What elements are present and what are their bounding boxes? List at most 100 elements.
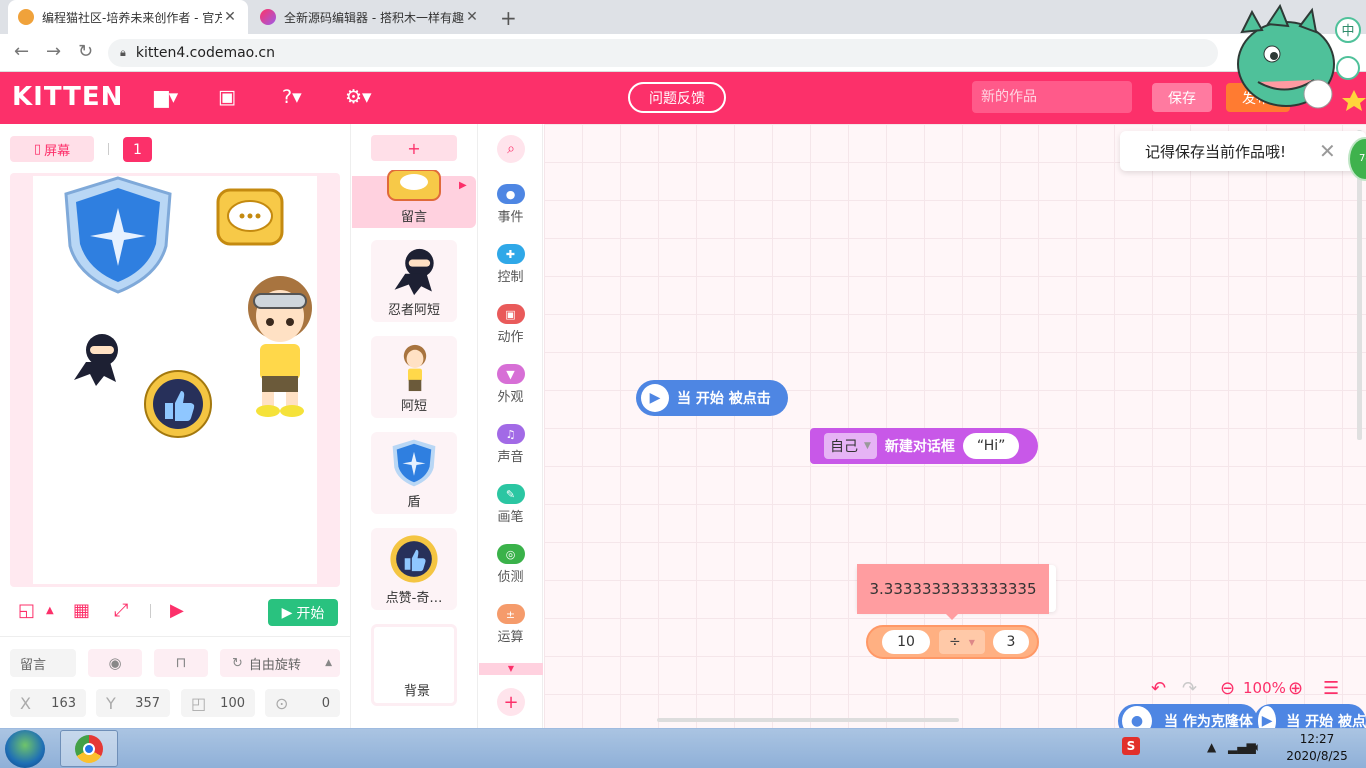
size-icon: ◰ bbox=[191, 693, 207, 713]
search-icon[interactable]: ⌕ bbox=[497, 135, 525, 163]
category-pen[interactable]: ✎ 画笔 bbox=[478, 484, 543, 525]
close-icon[interactable]: ✕ bbox=[222, 9, 238, 25]
new-tab-button[interactable]: + bbox=[500, 6, 517, 30]
lock-toggle[interactable]: ⊓ bbox=[154, 649, 208, 677]
screen-toggle-button[interactable]: ▯ 屏幕 bbox=[10, 136, 94, 162]
division-block[interactable]: 10 ÷ ▼ 3 bbox=[866, 625, 1039, 659]
add-sprite-button[interactable]: + bbox=[371, 135, 457, 161]
sogou-ime-icon[interactable]: S bbox=[1122, 737, 1140, 755]
ah-duan-thumb-icon bbox=[403, 344, 427, 392]
rotation-mode-select[interactable]: ↻ 自由旋转 ▲ bbox=[220, 649, 340, 677]
url-bar[interactable]: 🔒︎ kitten4.codemao.cn bbox=[108, 39, 1218, 67]
redo-icon[interactable]: ↷ bbox=[1182, 678, 1197, 699]
divider bbox=[108, 143, 109, 155]
horizontal-scrollbar[interactable] bbox=[657, 718, 959, 722]
tray-expand-icon[interactable]: ▲ bbox=[1207, 740, 1216, 754]
mascot-dinosaur-icon[interactable]: 中 bbox=[1228, 2, 1366, 116]
sprite-item-like[interactable]: 点赞-奇… bbox=[371, 528, 457, 610]
volume-icon[interactable]: 🔈︎ bbox=[1254, 740, 1261, 755]
reload-icon[interactable]: ↻ bbox=[78, 41, 93, 62]
new-dialog-block[interactable]: 自己 ▼ 新建对话框 “Hi” bbox=[810, 428, 1038, 464]
category-sensing[interactable]: ◎ 侦测 bbox=[478, 544, 543, 585]
sprite-item-background[interactable]: 背景 bbox=[371, 624, 457, 706]
browser-tab-codemao-community[interactable]: 编程猫社区-培养未来创作者 - 官方网站 ✕ bbox=[8, 0, 248, 34]
close-icon[interactable]: ✕ bbox=[464, 9, 480, 25]
sprite-label: 盾 bbox=[407, 495, 421, 510]
help-icon[interactable]: ?▾ bbox=[282, 86, 302, 108]
backpack-icon[interactable]: ▣ bbox=[218, 86, 236, 108]
gear-icon[interactable]: ⚙▾ bbox=[345, 86, 372, 108]
when-start-clicked-block[interactable]: ▶ 当 开始 被点击 bbox=[636, 380, 788, 416]
grid-icon[interactable]: ▦ bbox=[73, 600, 90, 621]
category-event[interactable]: ● 事件 bbox=[478, 184, 543, 225]
message-sprite[interactable] bbox=[214, 184, 286, 250]
dialog-text-input[interactable]: “Hi” bbox=[962, 433, 1020, 459]
unlock-icon: ⊓ bbox=[175, 655, 187, 671]
divider bbox=[0, 636, 351, 637]
back-arrow-icon[interactable]: ← bbox=[14, 41, 29, 62]
operator-dropdown[interactable]: ÷ ▼ bbox=[939, 630, 985, 654]
category-label: 画笔 bbox=[497, 510, 524, 525]
chrome-taskbar-button[interactable] bbox=[60, 730, 118, 767]
like-sprite[interactable] bbox=[143, 369, 213, 439]
sprite-item-shield[interactable]: 盾 bbox=[371, 432, 457, 514]
category-looks[interactable]: ▼ 外观 bbox=[478, 364, 543, 405]
save-button[interactable]: 保存 bbox=[1152, 83, 1212, 112]
control-icon: ✚ bbox=[496, 244, 525, 264]
pen-icon: ✎ bbox=[496, 484, 525, 504]
project-name-input[interactable] bbox=[972, 81, 1132, 113]
screen-page-number[interactable]: 1 bbox=[123, 137, 152, 162]
sprite-item-ah-duan[interactable]: 阿短 bbox=[371, 336, 457, 418]
lock-icon: 🔒︎ bbox=[120, 46, 126, 59]
forward-arrow-icon[interactable]: → bbox=[46, 41, 61, 62]
sprite-name-field[interactable]: 留言 bbox=[10, 649, 76, 677]
zoom-in-icon[interactable]: ⊕ bbox=[1288, 678, 1303, 699]
fullscreen-icon[interactable]: ⤢ bbox=[114, 600, 128, 621]
kitten-favicon-icon bbox=[260, 9, 276, 25]
visibility-toggle[interactable]: ◉ bbox=[88, 649, 142, 677]
zoom-level: 100% bbox=[1243, 679, 1286, 697]
ninja-sprite[interactable] bbox=[70, 332, 124, 388]
windows-taskbar bbox=[0, 728, 1366, 768]
direction-field[interactable]: ⊙ 0 bbox=[265, 689, 340, 717]
undo-icon[interactable]: ↶ bbox=[1151, 678, 1166, 699]
category-control[interactable]: ✚ 控制 bbox=[478, 244, 543, 285]
small-stage-icon[interactable]: ◱ bbox=[18, 600, 35, 621]
category-operators[interactable]: ± 运算 bbox=[478, 604, 543, 645]
shield-thumb-icon bbox=[392, 439, 436, 487]
target-dropdown[interactable]: 自己 ▼ bbox=[824, 433, 877, 459]
x-position-field[interactable]: X 163 bbox=[10, 689, 86, 717]
close-icon[interactable]: ✕ bbox=[1319, 139, 1336, 163]
windows-start-icon[interactable] bbox=[5, 730, 45, 768]
sprite-label: 背景 bbox=[403, 684, 430, 699]
sprite-item-message[interactable]: ▶ 留言 bbox=[352, 170, 476, 228]
sprite-label: 留言 bbox=[400, 210, 427, 225]
url-text: kitten4.codemao.cn bbox=[135, 45, 275, 61]
shield-sprite[interactable] bbox=[62, 176, 174, 294]
add-extension-button[interactable]: + bbox=[497, 688, 525, 716]
y-label: Y bbox=[106, 693, 116, 713]
x-value: 163 bbox=[51, 695, 76, 711]
chevron-down-icon[interactable]: ▼ bbox=[479, 663, 543, 675]
sprite-item-ninja[interactable]: 忍者阿短 bbox=[371, 240, 457, 322]
kitten-logo: KITTEN bbox=[12, 82, 124, 112]
category-motion[interactable]: ▣ 动作 bbox=[478, 304, 543, 345]
system-clock[interactable]: 12:27 2020/8/25 bbox=[1282, 731, 1352, 765]
start-button[interactable]: ▶ 开始 bbox=[268, 599, 338, 626]
folder-icon[interactable]: ▆▾ bbox=[154, 86, 178, 108]
chevron-up-icon[interactable]: ▲ bbox=[46, 605, 54, 616]
record-video-icon[interactable]: ▶︎ bbox=[170, 600, 184, 621]
event-icon: ● bbox=[496, 184, 525, 204]
size-field[interactable]: ◰ 100 bbox=[181, 689, 255, 717]
zoom-out-icon[interactable]: ⊖ bbox=[1220, 678, 1235, 699]
motion-icon: ▣ bbox=[496, 304, 525, 324]
browser-tab-kitten-editor[interactable]: 全新源码编辑器 - 搭积木一样有趣 ✕ bbox=[250, 0, 490, 34]
align-blocks-icon[interactable]: ☰ bbox=[1323, 678, 1339, 699]
right-operand-input[interactable]: 3 bbox=[993, 630, 1029, 654]
category-sound[interactable]: ♫ 声音 bbox=[478, 424, 543, 465]
feedback-button[interactable]: 问题反馈 bbox=[628, 82, 726, 113]
network-icon[interactable]: ▂▄▆ bbox=[1228, 740, 1256, 754]
y-position-field[interactable]: Y 357 bbox=[96, 689, 170, 717]
ah-duan-sprite[interactable] bbox=[240, 272, 320, 418]
left-operand-input[interactable]: 10 bbox=[882, 630, 930, 654]
